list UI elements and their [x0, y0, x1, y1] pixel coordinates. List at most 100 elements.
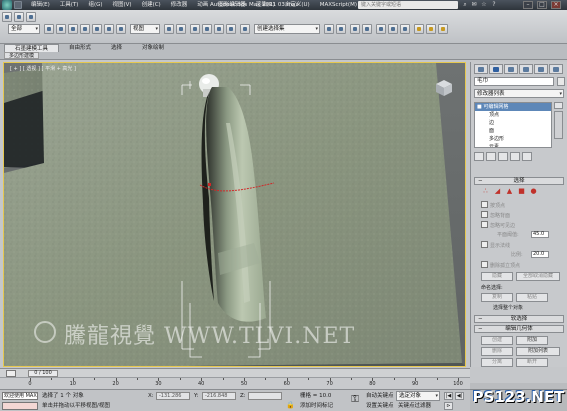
undo-icon[interactable]: [2, 12, 12, 22]
stack-item-editable-mesh[interactable]: ■ 可编辑网格: [475, 103, 551, 111]
named-selection-dropdown[interactable]: 创建选择集: [254, 24, 320, 34]
lock-icon[interactable]: 🔒: [286, 401, 295, 410]
redo-icon[interactable]: [14, 12, 24, 22]
align-icon[interactable]: [336, 24, 346, 34]
angle-snap-icon[interactable]: [202, 24, 212, 34]
polygon-mode-icon[interactable]: ■: [517, 187, 526, 196]
unhide-all-button[interactable]: 全部取消隐藏: [516, 272, 560, 281]
planar-threshold-spinner[interactable]: 45.0: [531, 231, 549, 238]
key-filters-button[interactable]: 关键点过滤器: [398, 402, 431, 410]
time-slider[interactable]: 0 / 100: [28, 370, 58, 377]
create-button[interactable]: 创建: [481, 336, 513, 345]
delete-button[interactable]: 删除: [481, 347, 513, 356]
menu-maxscript[interactable]: MAXScript(M): [315, 2, 362, 9]
snaps-toggle-icon[interactable]: [190, 24, 200, 34]
menu-tools[interactable]: 工具(T): [55, 2, 84, 9]
delete-isolated-checkbox[interactable]: 删除孤立顶点: [481, 261, 520, 269]
maxscript-listener-field[interactable]: 欢迎使用 MAXSc: [2, 392, 38, 400]
ignore-backfacing-checkbox[interactable]: 忽略背面: [481, 211, 510, 219]
menu-group[interactable]: 组(G): [83, 2, 107, 9]
rendered-frame-icon[interactable]: [426, 24, 436, 34]
object-color-swatch[interactable]: [557, 77, 565, 86]
x-coordinate-field[interactable]: -131.286: [156, 392, 190, 400]
make-unique-icon[interactable]: [498, 152, 508, 161]
tab-graphite-modeling[interactable]: 石墨建模工具: [4, 44, 60, 52]
stack-item-element[interactable]: 元素: [475, 143, 551, 147]
graphite-toggle-icon[interactable]: [362, 24, 372, 34]
element-mode-icon[interactable]: ●: [529, 187, 538, 196]
previous-frame-icon[interactable]: ◀|: [455, 392, 464, 400]
key-mode-dropdown[interactable]: 选定对象: [396, 391, 440, 401]
tab-selection[interactable]: 选择: [101, 44, 132, 52]
menu-views[interactable]: 视图(V): [108, 2, 137, 9]
hide-button[interactable]: 隐藏: [481, 272, 513, 281]
show-end-result-icon[interactable]: [486, 152, 496, 161]
select-manipulate-icon[interactable]: [176, 24, 186, 34]
select-by-name-icon[interactable]: [56, 24, 66, 34]
render-production-icon[interactable]: [438, 24, 448, 34]
add-time-tag-button[interactable]: 添加时间标记: [300, 402, 333, 410]
object-name-field[interactable]: 毛巾: [474, 77, 554, 86]
search-icon[interactable]: ⌕: [461, 1, 469, 9]
curve-editor-icon[interactable]: [376, 24, 386, 34]
material-editor-icon[interactable]: [400, 24, 410, 34]
viewport-label[interactable]: [ + ] [ 透视 ] [ 平滑 + 高光 ]: [10, 65, 76, 72]
display-tab-icon[interactable]: [534, 64, 548, 74]
render-setup-icon[interactable]: [414, 24, 424, 34]
selection-filter-dropdown[interactable]: 全部: [8, 24, 40, 34]
set-key-button[interactable]: 设置关键点: [366, 402, 394, 410]
break-button[interactable]: 断开: [516, 358, 548, 367]
soft-selection-rollout-header[interactable]: 软选择: [474, 315, 564, 323]
viewcube-icon[interactable]: [433, 77, 455, 99]
go-to-start-icon[interactable]: |◀: [444, 392, 453, 400]
app-logo-icon[interactable]: [2, 0, 12, 10]
y-coordinate-field[interactable]: -216.848: [202, 392, 236, 400]
move-icon[interactable]: [92, 24, 102, 34]
modify-tab-icon[interactable]: [489, 64, 503, 74]
set-key-icon[interactable]: ⚿: [348, 392, 362, 408]
ribbon-panel-polygon-modeling[interactable]: 多边形建模: [4, 52, 40, 59]
spinner-snap-icon[interactable]: [226, 24, 236, 34]
menu-create[interactable]: 创建(C): [137, 2, 166, 9]
stack-item-face[interactable]: 面: [475, 127, 551, 135]
mini-curve-toggle-icon[interactable]: [6, 370, 16, 377]
select-link-icon[interactable]: [26, 12, 36, 22]
normal-scale-spinner[interactable]: 20.0: [531, 251, 549, 258]
modifier-list-dropdown[interactable]: 修改器列表: [474, 89, 564, 98]
ignore-visible-edges-checkbox[interactable]: 忽略可见边: [481, 221, 515, 229]
communication-icon[interactable]: ✉: [470, 1, 478, 9]
maxscript-output-field[interactable]: [2, 402, 38, 410]
key-mode-toggle-icon[interactable]: ⊳: [444, 402, 453, 410]
utilities-tab-icon[interactable]: [549, 64, 563, 74]
pivot-icon[interactable]: [164, 24, 174, 34]
track-bar[interactable]: 0 10 20 30 40 50 60 70 80 90 100: [0, 377, 470, 389]
percent-snap-icon[interactable]: [214, 24, 224, 34]
scroll-up-icon[interactable]: [554, 102, 563, 109]
minimize-button[interactable]: –: [523, 1, 533, 9]
attach-list-button[interactable]: 附加列表: [516, 347, 560, 356]
show-normals-checkbox[interactable]: 显示法线: [481, 241, 510, 249]
new-file-icon[interactable]: [14, 1, 22, 9]
hierarchy-tab-icon[interactable]: [504, 64, 518, 74]
perspective-viewport[interactable]: [ + ] [ 透视 ] [ 平滑 + 高光 ] 騰龍視覺 WWW.TLVI.N…: [3, 62, 466, 367]
scale-icon[interactable]: [116, 24, 126, 34]
help-icon[interactable]: ?: [490, 1, 498, 9]
edit-named-sel-icon[interactable]: [240, 24, 250, 34]
favorites-icon[interactable]: ☆: [480, 1, 488, 9]
tab-object-paint[interactable]: 对象绘制: [132, 44, 174, 52]
detach-button[interactable]: 分离: [481, 358, 513, 367]
paste-button[interactable]: 粘贴: [516, 293, 548, 302]
copy-button[interactable]: 复制: [481, 293, 513, 302]
stack-item-polygon[interactable]: 多边形: [475, 135, 551, 143]
edit-geometry-rollout-header[interactable]: 编辑几何体: [474, 325, 564, 333]
edge-mode-icon[interactable]: ◢: [493, 187, 502, 196]
mirror-icon[interactable]: [324, 24, 334, 34]
stack-scrollbar[interactable]: [554, 111, 563, 139]
remove-modifier-icon[interactable]: [510, 152, 520, 161]
layer-manager-icon[interactable]: [350, 24, 360, 34]
face-mode-icon[interactable]: ▲: [505, 187, 514, 196]
attach-button[interactable]: 附加: [516, 336, 548, 345]
auto-key-button[interactable]: 自动关键点: [366, 392, 394, 400]
selection-rollout-header[interactable]: 选择: [474, 177, 564, 185]
rotate-icon[interactable]: [104, 24, 114, 34]
